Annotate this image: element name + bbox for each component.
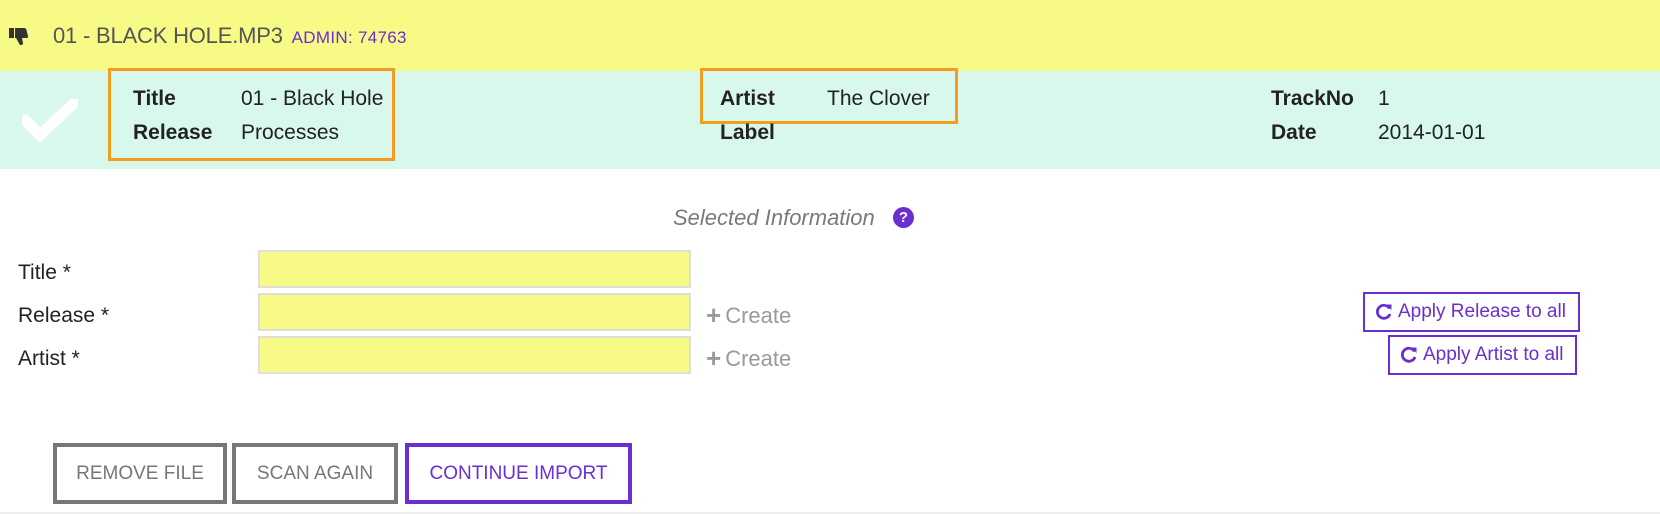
file-name: 01 - BLACK HOLE.MP3 ADMIN: 74763: [53, 23, 407, 49]
title-release-highlight: [108, 68, 395, 161]
file-header: 01 - BLACK HOLE.MP3 ADMIN: 74763: [0, 0, 1660, 71]
continue-import-button[interactable]: CONTINUE IMPORT: [405, 443, 632, 504]
create-artist-label: Create: [725, 346, 792, 371]
remove-file-button[interactable]: REMOVE FILE: [53, 443, 227, 504]
title-field-label: Title *: [18, 261, 71, 284]
artist-input[interactable]: [258, 336, 691, 374]
artist-field-label: Artist *: [18, 347, 80, 370]
info-title-label: Title: [133, 87, 176, 110]
create-artist-button[interactable]: + Create: [706, 343, 791, 374]
apply-artist-to-all-button[interactable]: Apply Artist to all: [1388, 335, 1578, 375]
release-input[interactable]: [258, 293, 691, 331]
create-release-label: Create: [725, 303, 792, 328]
info-title-value: 01 - Black Hole: [241, 87, 384, 110]
info-trackno-label: TrackNo: [1271, 87, 1354, 110]
refresh-icon: [1401, 346, 1417, 363]
plus-icon: +: [706, 300, 722, 330]
plus-icon: +: [706, 343, 722, 373]
info-release-value: Processes: [241, 121, 340, 144]
apply-release-label: Apply Release to all: [1398, 301, 1566, 322]
scan-again-button[interactable]: SCAN AGAIN: [232, 443, 398, 504]
check-icon: [22, 99, 78, 143]
info-date-label: Date: [1271, 121, 1317, 144]
release-field-label: Release *: [18, 304, 110, 327]
create-release-button[interactable]: + Create: [706, 300, 791, 331]
info-date-value: 2014-01-01: [1378, 121, 1486, 144]
admin-id: ADMIN: 74763: [291, 28, 407, 47]
refresh-icon: [1376, 303, 1392, 320]
help-icon[interactable]: ?: [893, 207, 914, 228]
selected-info-heading: Selected Information: [673, 205, 875, 230]
apply-artist-label: Apply Artist to all: [1423, 344, 1564, 365]
track-info-panel: Title 01 - Black Hole Release Processes …: [0, 68, 1660, 169]
title-input[interactable]: [258, 250, 691, 288]
apply-release-to-all-button[interactable]: Apply Release to all: [1363, 292, 1580, 332]
info-release-label: Release: [133, 121, 213, 144]
info-artist-label: Artist: [720, 87, 775, 110]
info-trackno-value: 1: [1378, 87, 1390, 110]
info-artist-value: The Clover: [827, 87, 930, 110]
info-label-label: Label: [720, 121, 775, 144]
thumbs-down-icon: [9, 28, 29, 45]
file-name-text: 01 - BLACK HOLE.MP3: [53, 23, 283, 48]
